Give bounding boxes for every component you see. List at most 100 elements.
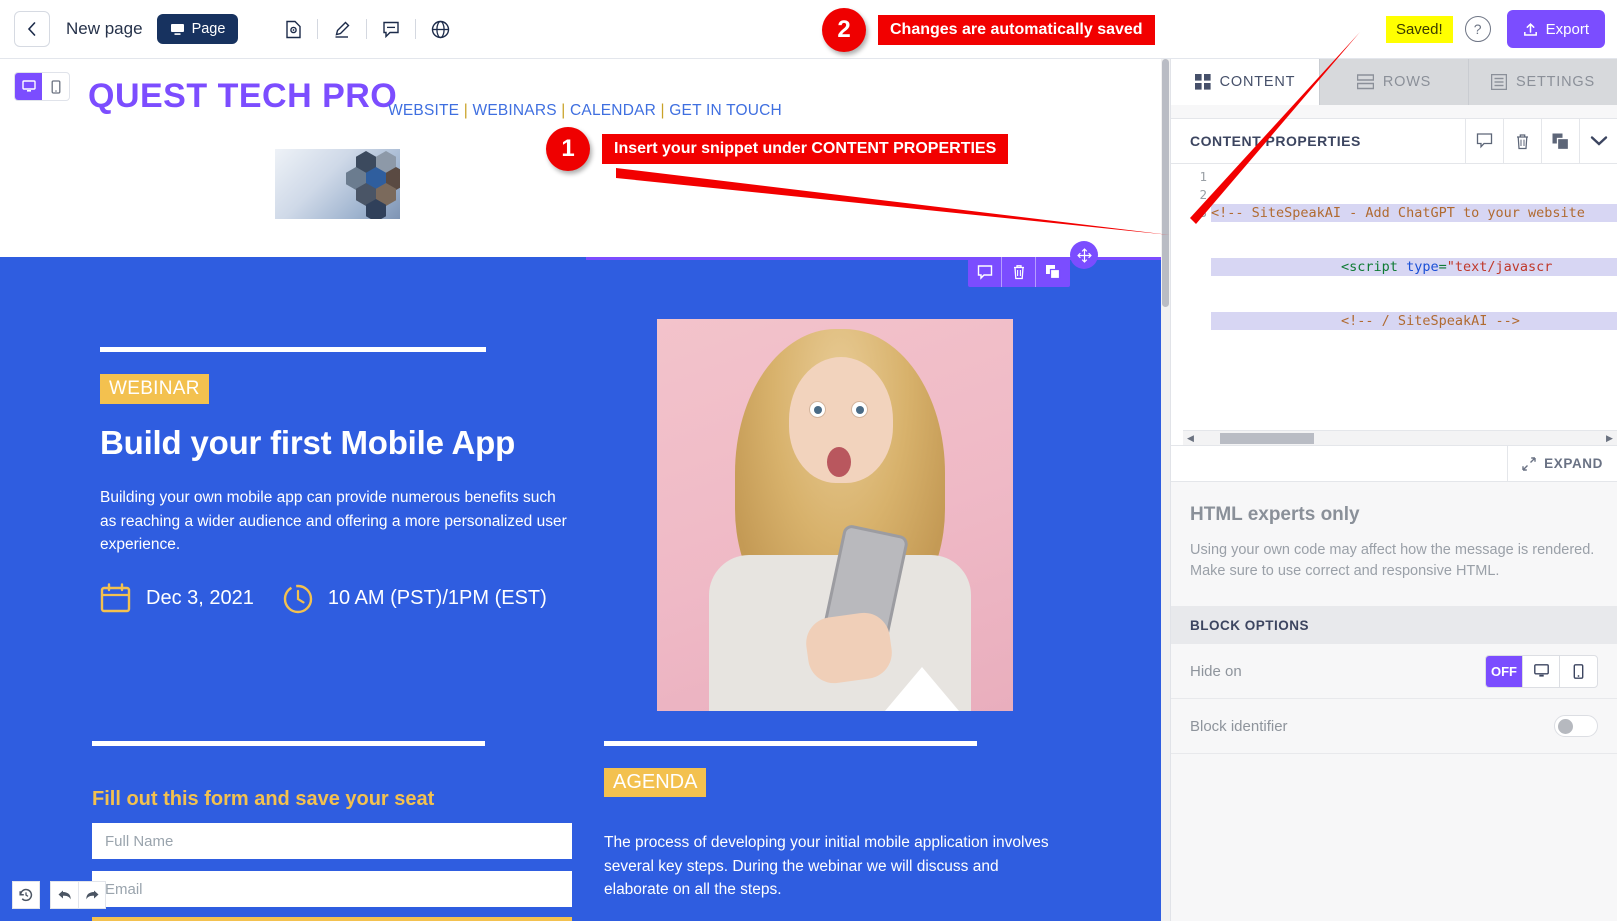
canvas-scrollbar[interactable] [1161, 59, 1170, 921]
tab-content[interactable]: CONTENT [1171, 59, 1320, 105]
duplicate-icon[interactable] [1541, 118, 1579, 164]
comment-icon[interactable] [374, 13, 408, 45]
hide-on-off-button[interactable]: OFF [1486, 655, 1523, 687]
webinar-meta-row: Dec 3, 2021 10 AM (PST)/1PM (EST) [100, 582, 570, 615]
hide-on-row: Hide on OFF [1171, 644, 1617, 700]
nav-link-webinars[interactable]: WEBINARS [472, 102, 556, 119]
hero-mouth [827, 447, 851, 477]
move-block-handle[interactable] [1070, 241, 1098, 269]
nav-separator: | [459, 102, 473, 119]
properties-panel: CONTENT ROWS SETTINGS CONTENT PROPERTIES… [1170, 59, 1617, 921]
full-name-field[interactable]: Full Name [92, 823, 572, 859]
desktop-preview-button[interactable] [15, 73, 42, 100]
code-line: <script type="text/javascr [1211, 258, 1617, 276]
code-token-tag: <script [1211, 259, 1407, 275]
tab-settings[interactable]: SETTINGS [1469, 59, 1617, 105]
expand-label: EXPAND [1544, 456, 1603, 471]
code-lines[interactable]: <!-- SiteSpeakAI - Add ChatGPT to your w… [1211, 164, 1617, 445]
scroll-right-arrow[interactable]: ▶ [1602, 433, 1617, 444]
annotation-text: Changes are automatically saved [878, 15, 1155, 45]
editor-canvas: QUEST TECH PRO WEBSITE | WEBINARS | CALE… [0, 59, 1170, 921]
history-toolbar [12, 881, 106, 909]
scroll-left-arrow[interactable]: ◀ [1183, 433, 1198, 444]
device-preview-toggle [14, 72, 70, 101]
annotation-text: Insert your snippet under CONTENT PROPER… [602, 134, 1009, 164]
export-button[interactable]: Export [1506, 10, 1605, 48]
nav-link-website[interactable]: WEBSITE [388, 102, 459, 119]
webinar-tag-badge: WEBINAR [100, 374, 209, 404]
upload-icon [1523, 22, 1537, 36]
tab-settings-label: SETTINGS [1516, 74, 1595, 90]
app-root: New page Page Saved! ? Export QUEST TECH… [0, 0, 1617, 921]
hide-on-desktop-button[interactable] [1523, 655, 1560, 687]
line-number: 3 [1199, 205, 1207, 220]
comment-icon[interactable] [968, 257, 1002, 287]
panel-tab-bar: CONTENT ROWS SETTINGS [1171, 59, 1617, 105]
hexagon-people-graphic [336, 151, 400, 219]
annotation-number: 1 [546, 127, 590, 171]
chevron-down-icon[interactable] [1579, 118, 1617, 164]
html-code-editor[interactable]: 1 2 3 <!-- SiteSpeakAI - Add ChatGPT to … [1171, 164, 1617, 446]
comment-icon[interactable] [1465, 118, 1503, 164]
page-mode-chip[interactable]: Page [156, 14, 239, 44]
desktop-icon [170, 23, 184, 35]
globe-icon[interactable] [423, 13, 457, 45]
trash-icon[interactable] [1002, 257, 1036, 287]
code-token-eq: = [1438, 259, 1447, 275]
webinar-hero-image[interactable] [657, 319, 1013, 711]
revert-history-icon[interactable] [12, 881, 40, 909]
note-text: Using your own code may affect how the m… [1190, 542, 1595, 580]
toggle-knob [1558, 719, 1573, 735]
form-title: Fill out this form and save your seat [92, 788, 435, 810]
page-chip-label: Page [191, 21, 226, 37]
help-icon[interactable]: ? [1464, 16, 1491, 42]
settings-list-icon [1491, 74, 1508, 90]
register-button[interactable]: REGISTER [92, 917, 572, 921]
scroll-thumb[interactable] [1220, 432, 1314, 444]
duplicate-icon[interactable] [1036, 257, 1070, 287]
trash-icon[interactable] [1503, 118, 1541, 164]
back-button[interactable] [14, 11, 50, 47]
nav-link-get-in-touch[interactable]: GET IN TOUCH [669, 102, 782, 119]
topbar-tools [276, 13, 457, 45]
code-horizontal-scrollbar[interactable]: ◀ ▶ [1183, 430, 1617, 445]
webinar-headline: Build your first Mobile App [100, 424, 516, 461]
calendar-icon [100, 582, 132, 615]
mobile-icon [51, 79, 60, 94]
block-identifier-label: Block identifier [1190, 717, 1288, 735]
saved-status-badge: Saved! [1385, 15, 1453, 43]
hide-on-mobile-button[interactable] [1560, 656, 1597, 687]
email-body-block: WEBINAR Build your first Mobile App Buil… [0, 241, 1170, 921]
content-properties-title: CONTENT PROPERTIES [1190, 133, 1361, 149]
email-header-image [275, 149, 400, 219]
desktop-icon [1533, 664, 1549, 677]
expand-icon [1522, 456, 1536, 471]
code-line: <!-- SiteSpeakAI - Add ChatGPT to your w… [1211, 204, 1617, 222]
webinar-time: 10 AM (PST)/1PM (EST) [327, 587, 547, 610]
hide-on-segmented-control: OFF [1485, 654, 1598, 688]
tab-content-label: CONTENT [1219, 74, 1296, 90]
chevron-left-icon [27, 22, 36, 36]
mobile-preview-button[interactable] [42, 73, 69, 100]
canvas-scrollbar-thumb[interactable] [1162, 59, 1169, 307]
nav-link-calendar[interactable]: CALENDAR [570, 102, 656, 119]
tab-rows[interactable]: ROWS [1320, 59, 1469, 105]
desktop-icon [21, 80, 36, 92]
redo-icon[interactable] [78, 881, 106, 909]
expand-button[interactable]: EXPAND [1507, 446, 1617, 481]
note-title: HTML experts only [1190, 504, 1360, 525]
divider-rule [604, 741, 977, 746]
scroll-track[interactable] [1198, 432, 1602, 445]
block-identifier-row: Block identifier [1171, 699, 1617, 755]
agenda-tag-badge: AGENDA [604, 768, 707, 797]
undo-icon[interactable] [50, 881, 78, 909]
file-image-icon[interactable] [276, 13, 310, 45]
hero-eye-right [851, 401, 868, 418]
highlighter-icon[interactable] [325, 13, 359, 45]
block-identifier-toggle[interactable] [1554, 715, 1598, 738]
nav-separator: | [656, 102, 670, 119]
email-field[interactable]: Email [92, 871, 572, 907]
block-options-header: BLOCK OPTIONS [1171, 606, 1617, 645]
export-label: Export [1545, 20, 1589, 38]
html-experts-note: HTML experts only Using your own code ma… [1171, 482, 1617, 607]
